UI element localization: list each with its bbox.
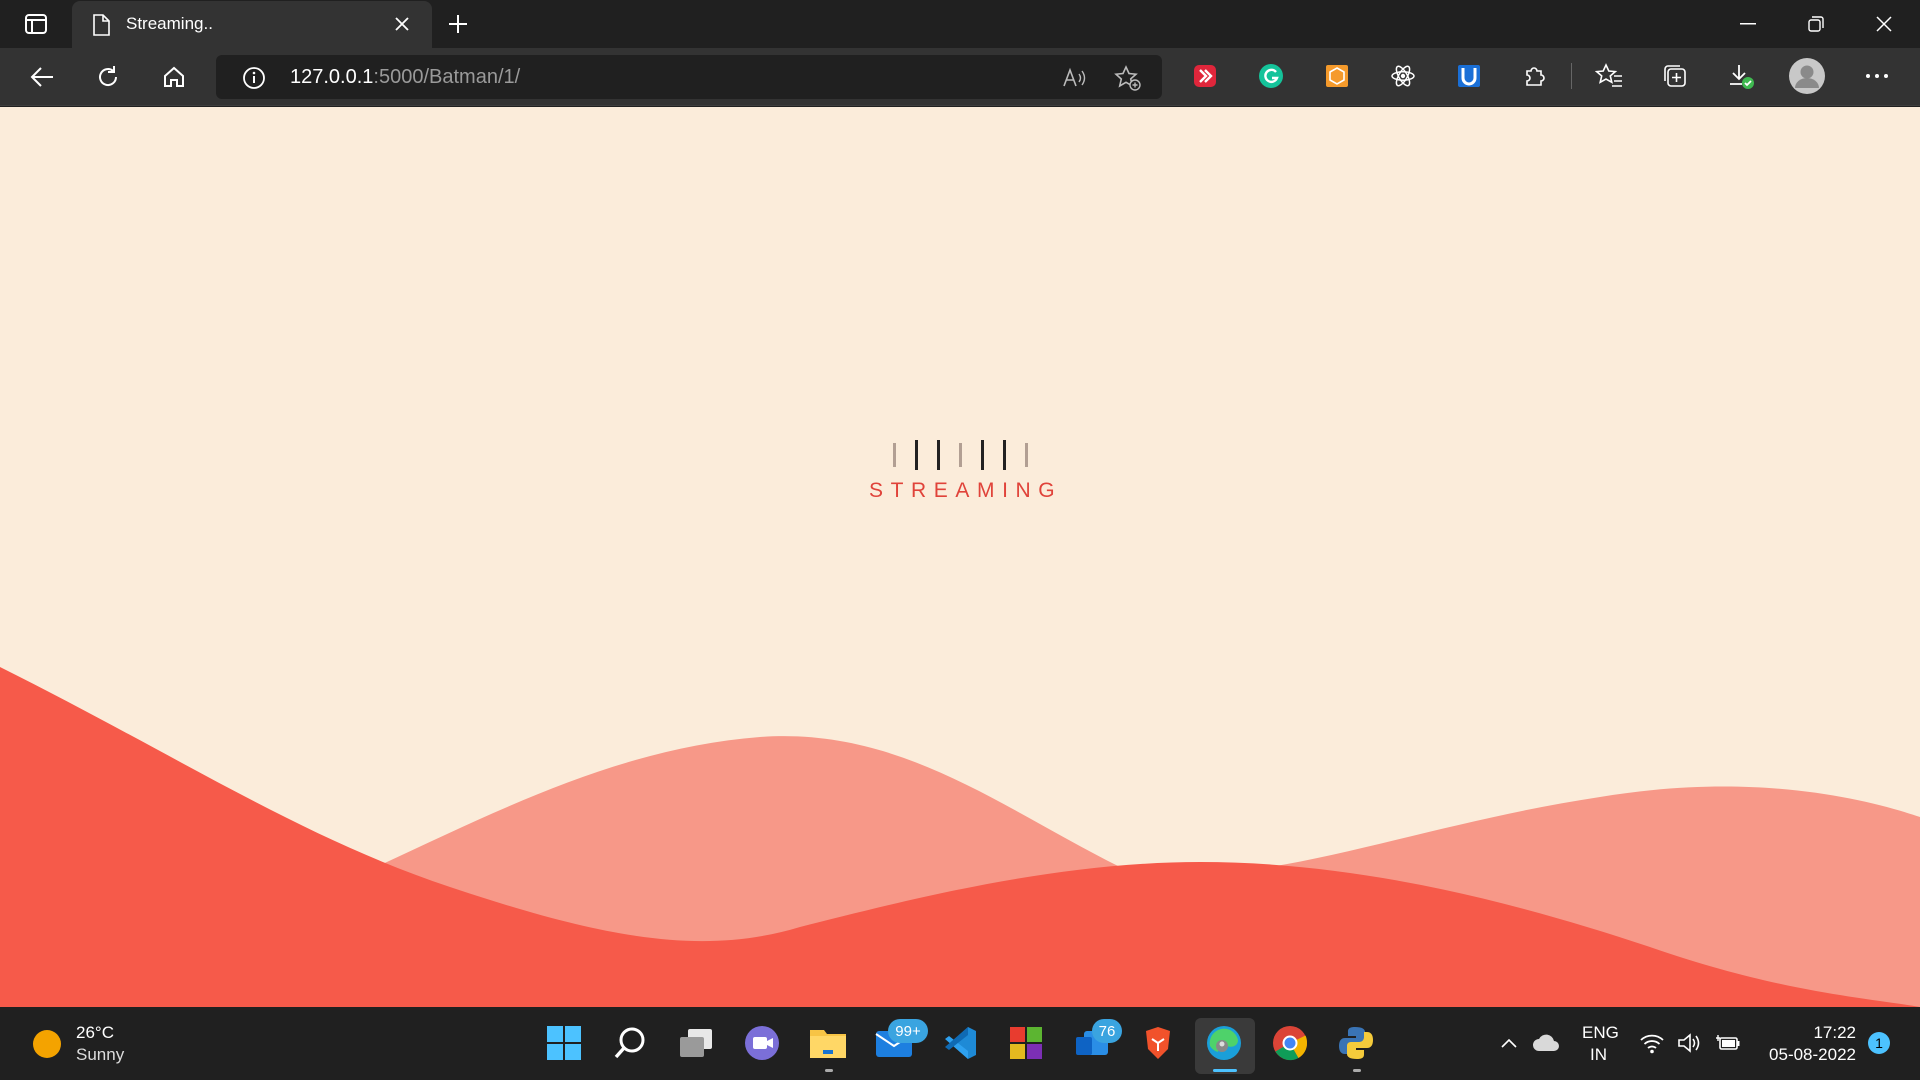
loader-bar bbox=[893, 443, 896, 467]
clock-date: 05-08-2022 bbox=[1769, 1045, 1856, 1064]
onedrive-icon[interactable] bbox=[1528, 1022, 1564, 1064]
back-button[interactable] bbox=[20, 55, 64, 99]
url-host: 127.0.0.1 bbox=[290, 66, 374, 88]
downloads-icon[interactable] bbox=[1726, 61, 1756, 91]
red-arrow-extension-icon[interactable] bbox=[1190, 61, 1220, 91]
language-indicator[interactable]: ENG IN bbox=[1574, 1021, 1626, 1067]
page-icon bbox=[92, 14, 110, 41]
home-button[interactable] bbox=[152, 55, 196, 99]
close-window-icon[interactable] bbox=[1862, 0, 1906, 48]
file-explorer-icon[interactable] bbox=[807, 1022, 849, 1064]
loader-bar bbox=[937, 440, 940, 470]
loader-bar bbox=[915, 440, 918, 470]
loader-bar bbox=[1025, 443, 1028, 467]
battery-icon[interactable] bbox=[1710, 1022, 1746, 1064]
weather-condition: Sunny bbox=[76, 1045, 125, 1064]
loading-bars bbox=[893, 438, 1028, 472]
waves-background bbox=[0, 667, 1920, 1007]
add-favorite-icon[interactable] bbox=[1114, 64, 1142, 97]
blue-u-extension-icon[interactable] bbox=[1454, 61, 1484, 91]
tab-actions-icon[interactable] bbox=[14, 0, 58, 48]
running-indicator bbox=[1353, 1069, 1361, 1072]
minimize-icon[interactable] bbox=[1726, 0, 1770, 48]
sun-icon bbox=[33, 1030, 61, 1058]
vscode-icon[interactable] bbox=[939, 1022, 981, 1064]
react-devtools-icon[interactable] bbox=[1388, 61, 1418, 91]
region-code: IN bbox=[1590, 1045, 1607, 1064]
weather-temp: 26°C bbox=[76, 1023, 114, 1042]
clock-time: 17:22 bbox=[1813, 1023, 1856, 1042]
loader-bar bbox=[959, 443, 962, 467]
restore-icon[interactable] bbox=[1794, 0, 1838, 48]
orange-box-extension-icon[interactable] bbox=[1322, 61, 1352, 91]
brave-icon[interactable] bbox=[1137, 1022, 1179, 1064]
tab-title: Streaming.. bbox=[126, 14, 213, 33]
active-indicator bbox=[1213, 1069, 1237, 1072]
page-content: STREAMING bbox=[0, 107, 1920, 1007]
favorites-icon[interactable] bbox=[1594, 61, 1624, 91]
loader-bar bbox=[981, 440, 984, 470]
tray-overflow-icon[interactable] bbox=[1494, 1022, 1524, 1064]
start-icon[interactable] bbox=[543, 1022, 585, 1064]
new-tab-icon[interactable] bbox=[436, 0, 480, 48]
wifi-icon[interactable] bbox=[1634, 1022, 1670, 1064]
url-text[interactable]: 127.0.0.1:5000/Batman/1/ bbox=[290, 66, 520, 89]
loader-bar bbox=[1003, 440, 1006, 470]
browser-toolbar: 127.0.0.1:5000/Batman/1/ bbox=[0, 48, 1920, 106]
teams-badge: 76 bbox=[1092, 1019, 1122, 1043]
mail-badge: 99+ bbox=[888, 1019, 928, 1043]
refresh-button[interactable] bbox=[86, 55, 130, 99]
python-icon[interactable] bbox=[1335, 1022, 1377, 1064]
address-bar[interactable]: 127.0.0.1:5000/Batman/1/ bbox=[216, 55, 1162, 99]
edge-icon[interactable] bbox=[1203, 1022, 1245, 1064]
url-path: :5000/Batman/1/ bbox=[373, 66, 521, 88]
more-options-icon[interactable] bbox=[1862, 61, 1892, 91]
title-bar: Streaming.. bbox=[0, 0, 1920, 48]
streaming-label: STREAMING bbox=[869, 479, 1063, 502]
volume-icon[interactable] bbox=[1672, 1022, 1708, 1064]
extensions-icon[interactable] bbox=[1520, 61, 1550, 91]
toolbar-divider bbox=[1571, 63, 1572, 89]
close-tab-icon[interactable] bbox=[394, 16, 410, 37]
grammarly-icon[interactable] bbox=[1256, 61, 1286, 91]
language-code: ENG bbox=[1582, 1023, 1619, 1042]
notification-badge[interactable]: 1 bbox=[1868, 1032, 1890, 1054]
read-aloud-icon[interactable] bbox=[1062, 66, 1088, 95]
tab-streaming[interactable]: Streaming.. bbox=[72, 1, 432, 48]
profile-avatar[interactable] bbox=[1788, 57, 1826, 95]
chrome-icon[interactable] bbox=[1269, 1022, 1311, 1064]
search-icon[interactable] bbox=[609, 1022, 651, 1064]
running-indicator bbox=[825, 1069, 833, 1072]
site-info-icon[interactable] bbox=[242, 66, 266, 95]
clock[interactable]: 17:22 05-08-2022 bbox=[1752, 1021, 1862, 1067]
office-app-icon[interactable] bbox=[1005, 1022, 1047, 1064]
taskbar: 26°C Sunny 99+ 76 ENG IN 17:22 05-08-202… bbox=[0, 1007, 1920, 1080]
task-view-icon[interactable] bbox=[675, 1022, 717, 1064]
weather-widget[interactable]: 26°C Sunny bbox=[20, 1021, 130, 1067]
collections-icon[interactable] bbox=[1660, 61, 1690, 91]
teams-chat-icon[interactable] bbox=[741, 1022, 783, 1064]
